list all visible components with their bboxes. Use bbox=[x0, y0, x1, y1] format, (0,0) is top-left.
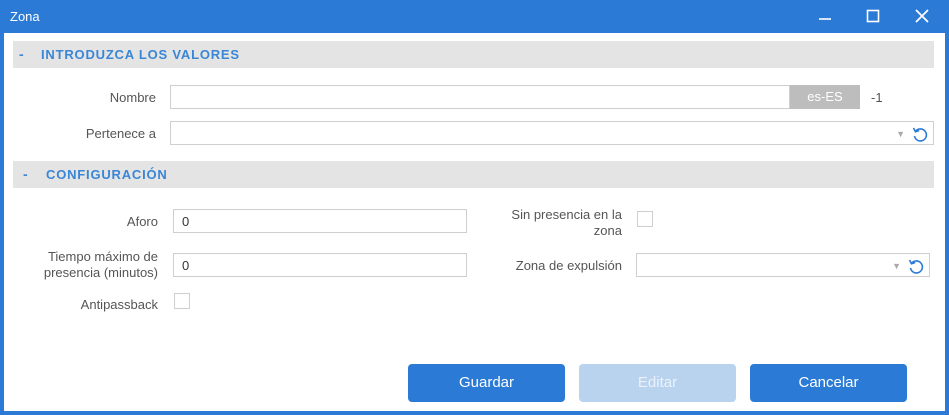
section-title: CONFIGURACIÓN bbox=[46, 167, 168, 182]
nombre-label: Nombre bbox=[109, 90, 156, 105]
section-title: INTRODUZCA LOS VALORES bbox=[41, 47, 240, 62]
minimize-button[interactable] bbox=[811, 4, 839, 28]
nombre-input[interactable] bbox=[170, 85, 790, 109]
antipassback-label: Antipassback bbox=[80, 297, 158, 312]
sin-presencia-label: Sin presencia en la zona bbox=[464, 207, 622, 239]
save-button[interactable]: Guardar bbox=[408, 364, 565, 402]
minimize-icon bbox=[819, 18, 831, 20]
close-button[interactable] bbox=[908, 4, 936, 28]
pertenece-label: Pertenece a bbox=[85, 126, 156, 141]
tiempo-maximo-label: Tiempo máximo de presencia (minutos) bbox=[14, 249, 158, 281]
pertenece-select[interactable]: ▼ bbox=[170, 121, 934, 145]
section-header-config[interactable]: - CONFIGURACIÓN bbox=[13, 161, 934, 188]
cancel-button[interactable]: Cancelar bbox=[750, 364, 907, 402]
chevron-down-icon: ▼ bbox=[892, 261, 901, 271]
undo-icon[interactable] bbox=[911, 125, 929, 143]
maximize-icon bbox=[866, 9, 880, 23]
language-tag[interactable]: es-ES bbox=[790, 85, 860, 109]
aforo-label: Aforo bbox=[126, 214, 158, 229]
dialog-content: - INTRODUZCA LOS VALORES Nombre es-ES -1… bbox=[4, 33, 945, 411]
tiempo-maximo-input[interactable] bbox=[173, 253, 467, 277]
label-line: presencia (minutos) bbox=[43, 265, 158, 280]
label-line: zona bbox=[593, 223, 622, 238]
section-header-values[interactable]: - INTRODUZCA LOS VALORES bbox=[13, 41, 934, 68]
zona-expulsion-select[interactable]: ▼ bbox=[636, 253, 930, 277]
undo-icon[interactable] bbox=[907, 257, 925, 275]
sin-presencia-checkbox[interactable] bbox=[637, 211, 653, 227]
zona-expulsion-label: Zona de expulsión bbox=[515, 258, 622, 273]
label-line: Tiempo máximo de bbox=[47, 249, 158, 264]
dialog-window: Zona - INTRODUZCA LOS VALORES Nombre es-… bbox=[0, 0, 949, 415]
chevron-down-icon: ▼ bbox=[896, 129, 905, 139]
collapse-toggle[interactable]: - bbox=[19, 46, 24, 62]
title-bar: Zona bbox=[0, 0, 949, 33]
id-value: -1 bbox=[871, 90, 883, 105]
maximize-button[interactable] bbox=[859, 4, 887, 28]
collapse-toggle[interactable]: - bbox=[23, 166, 28, 182]
close-icon bbox=[915, 9, 929, 23]
antipassback-checkbox[interactable] bbox=[174, 293, 190, 309]
label-line: Sin presencia en la bbox=[511, 207, 622, 222]
window-title: Zona bbox=[10, 9, 40, 24]
edit-button[interactable]: Editar bbox=[579, 364, 736, 402]
aforo-input[interactable] bbox=[173, 209, 467, 233]
